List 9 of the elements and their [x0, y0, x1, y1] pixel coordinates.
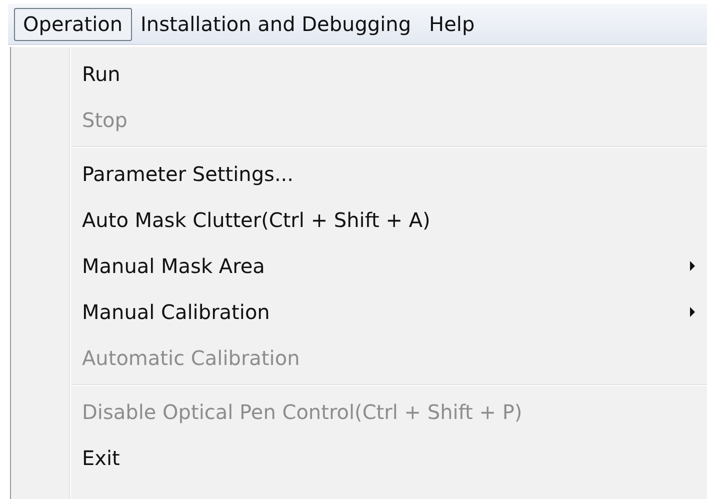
menu-bar-item[interactable]: Installation and Debugging [132, 8, 420, 40]
menu-item[interactable]: Exit [11, 435, 707, 481]
menu-item[interactable]: Manual Mask Area [11, 243, 707, 289]
menu-item[interactable]: Auto Mask Clutter(Ctrl + Shift + A) [11, 197, 707, 243]
menu-bar-item[interactable]: Help [420, 8, 484, 40]
menu-item[interactable]: Run [11, 51, 707, 97]
menu-bar-item[interactable]: Operation [14, 8, 132, 40]
menu-item[interactable]: Parameter Settings... [11, 151, 707, 197]
menu-item[interactable]: Manual Calibration [11, 289, 707, 335]
